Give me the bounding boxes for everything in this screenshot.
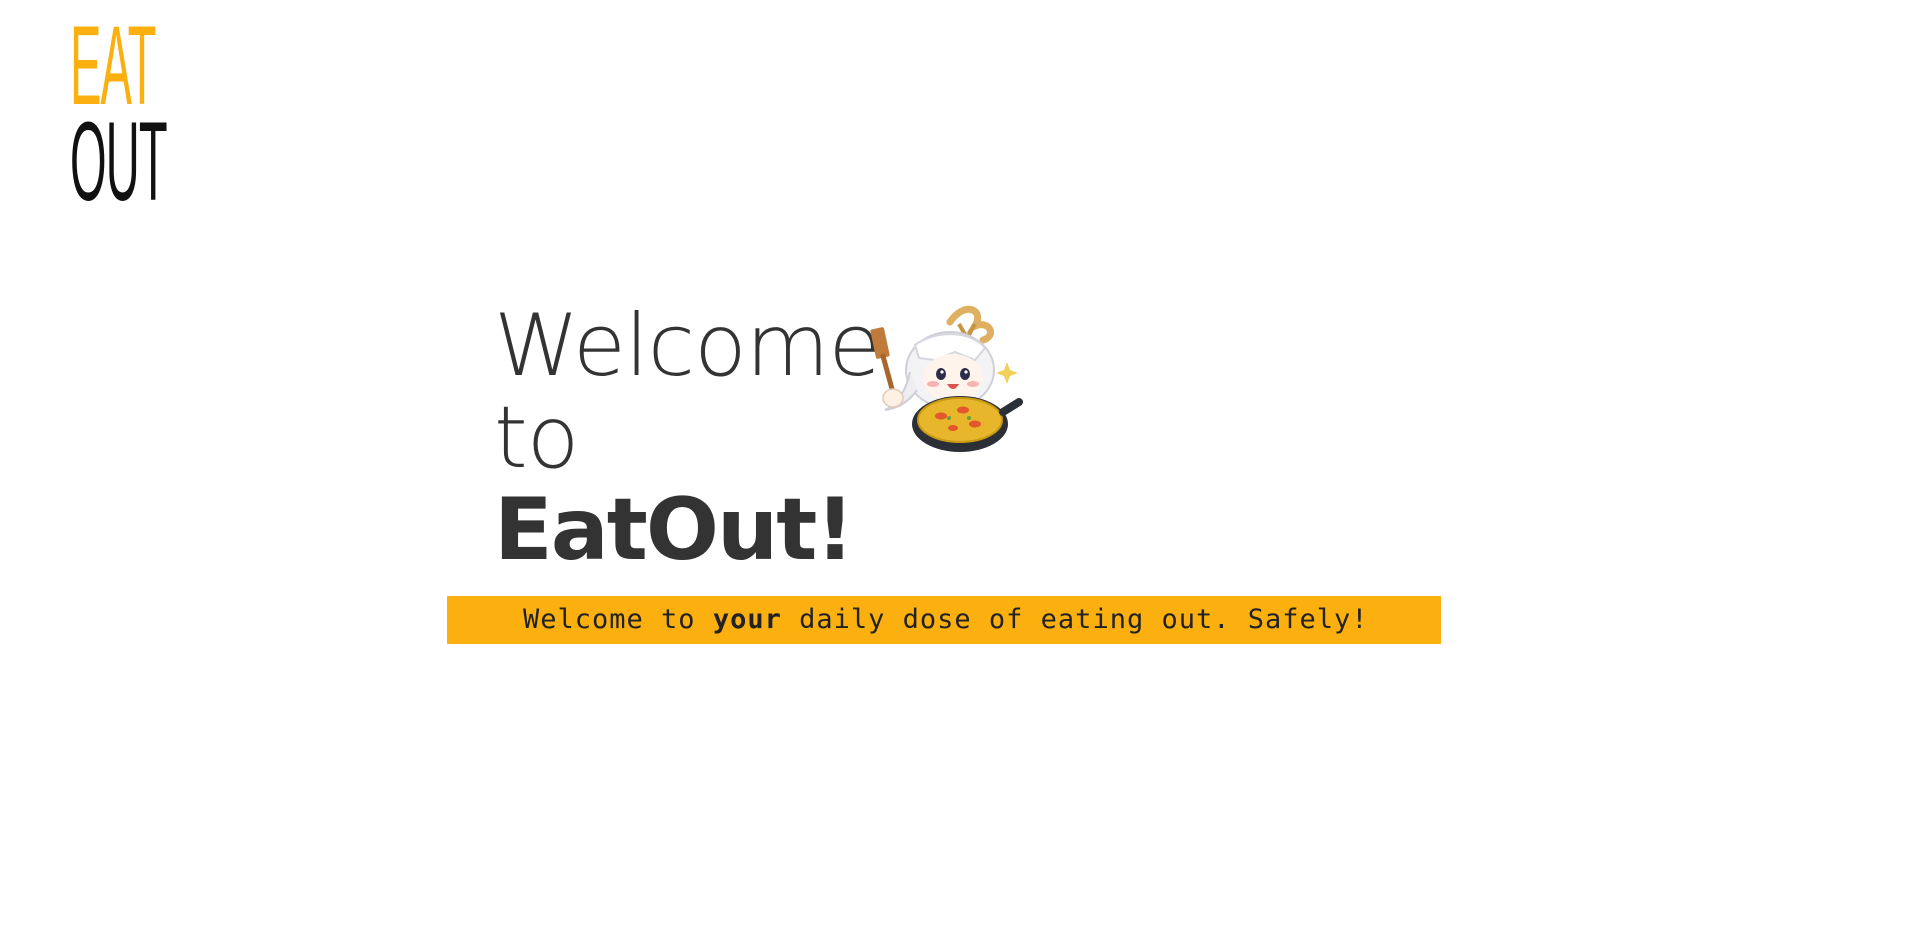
logo-eat-text: EAT	[70, 3, 156, 128]
hero-brand-text: EatOut!	[494, 480, 855, 580]
logo-out-text: OUT	[70, 99, 168, 224]
chef-mascot-icon	[855, 300, 1025, 460]
tagline-text-start: Welcome to	[523, 604, 713, 635]
tagline-banner: Welcome to your daily dose of eating out…	[447, 596, 1441, 644]
tagline-text-end: daily dose of eating out. Safely!	[781, 604, 1369, 635]
site-logo[interactable]: EAT OUT	[70, 3, 168, 224]
tagline-emphasis: your	[712, 604, 782, 635]
